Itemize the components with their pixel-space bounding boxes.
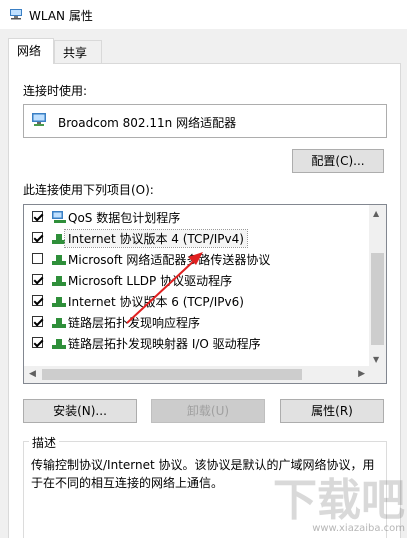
- qos-icon: [52, 211, 66, 223]
- item-label: Internet 协议版本 6 (TCP/IPv6): [68, 295, 244, 309]
- list-item[interactable]: 链路层拓扑发现响应程序: [24, 311, 370, 332]
- protocol-icon: [52, 255, 66, 265]
- window-title: WLAN 属性: [29, 9, 93, 23]
- properties-button[interactable]: 属性(R): [280, 399, 384, 423]
- list-item[interactable]: QoS 数据包计划程序: [24, 206, 370, 227]
- horizontal-scrollbar[interactable]: ◀ ▶: [24, 366, 370, 383]
- vertical-scrollbar[interactable]: ▲ ▼: [369, 205, 386, 367]
- item-label: QoS 数据包计划程序: [68, 211, 181, 225]
- item-label: 链路层拓扑发现响应程序: [68, 316, 201, 330]
- protocol-icon: [52, 297, 66, 307]
- items-listbox[interactable]: QoS 数据包计划程序 Internet 协议版本 4 (TCP/IPv4) M…: [23, 204, 387, 384]
- network-tab-panel: 连接时使用: Broadcom 802.11n 网络适配器 配置(C)... 此…: [8, 63, 401, 538]
- list-item[interactable]: Microsoft 网络适配器多路传送器协议: [24, 248, 370, 269]
- item-checkbox[interactable]: [32, 211, 43, 222]
- protocol-icon: [52, 339, 66, 349]
- install-button[interactable]: 安装(N)...: [23, 399, 137, 423]
- network-adapter-icon: [32, 113, 46, 126]
- item-checkbox[interactable]: [32, 253, 43, 264]
- scroll-right-icon[interactable]: ▶: [358, 369, 365, 379]
- tab-network[interactable]: 网络: [8, 38, 54, 64]
- protocol-icon: [52, 276, 66, 286]
- horizontal-scroll-thumb[interactable]: [42, 369, 302, 380]
- adapter-field: Broadcom 802.11n 网络适配器: [23, 104, 387, 138]
- tab-share[interactable]: 共享: [54, 40, 102, 63]
- item-label: Microsoft LLDP 协议驱动程序: [68, 274, 233, 288]
- scrollbar-corner: [369, 366, 386, 383]
- description-legend: 描述: [29, 434, 60, 451]
- item-label: Internet 协议版本 4 (TCP/IPv4): [64, 229, 248, 248]
- connect-using-label: 连接时使用:: [23, 84, 88, 98]
- tab-network-label: 网络: [17, 44, 42, 58]
- item-checkbox[interactable]: [32, 274, 43, 285]
- list-item[interactable]: Internet 协议版本 4 (TCP/IPv4): [24, 227, 370, 248]
- list-item[interactable]: Internet 协议版本 6 (TCP/IPv6): [24, 290, 370, 311]
- item-label: Microsoft 网络适配器多路传送器协议: [68, 253, 271, 267]
- item-checkbox[interactable]: [32, 232, 43, 243]
- scroll-down-icon[interactable]: ▼: [373, 355, 379, 364]
- uninstall-button[interactable]: 卸载(U): [151, 399, 265, 423]
- list-item[interactable]: 链路层拓扑发现映射器 I/O 驱动程序: [24, 332, 370, 353]
- title-bar: WLAN 属性: [0, 0, 407, 30]
- item-checkbox[interactable]: [32, 316, 43, 327]
- network-adapter-icon: [10, 9, 22, 20]
- item-checkbox[interactable]: [32, 337, 43, 348]
- tab-share-label: 共享: [63, 46, 88, 60]
- adapter-name: Broadcom 802.11n 网络适配器: [58, 116, 237, 130]
- watermark-logo: 下载吧: [273, 475, 405, 526]
- scroll-up-icon[interactable]: ▲: [373, 209, 379, 218]
- configure-button[interactable]: 配置(C)...: [292, 149, 384, 173]
- item-label: 链路层拓扑发现映射器 I/O 驱动程序: [68, 337, 261, 351]
- vertical-scroll-thumb[interactable]: [371, 253, 384, 345]
- items-label: 此连接使用下列项目(O):: [23, 183, 154, 197]
- scroll-left-icon[interactable]: ◀: [29, 369, 36, 379]
- watermark: 下载吧 www.xiazaiba.com: [273, 475, 405, 535]
- list-item[interactable]: Microsoft LLDP 协议驱动程序: [24, 269, 370, 290]
- item-checkbox[interactable]: [32, 295, 43, 306]
- protocol-icon: [52, 318, 66, 328]
